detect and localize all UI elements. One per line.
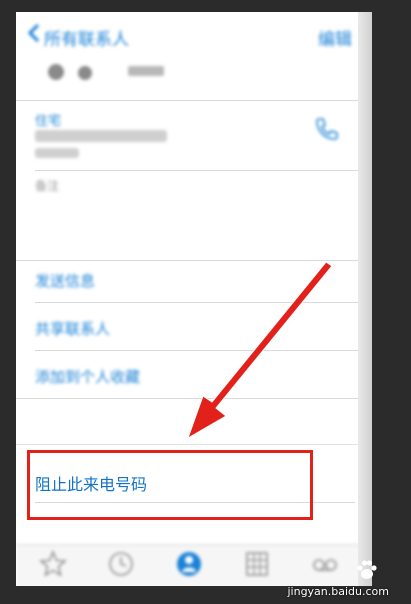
tab-bar	[16, 544, 370, 586]
avatar-secondary	[78, 66, 92, 80]
contacts-icon[interactable]	[174, 549, 204, 579]
star-icon[interactable]	[38, 549, 68, 579]
phone-icon[interactable]	[314, 116, 340, 142]
divider	[35, 170, 370, 171]
divider	[35, 302, 370, 303]
send-message-button[interactable]: 发送信息	[35, 270, 95, 291]
share-contact-button[interactable]: 共享联系人	[35, 318, 110, 339]
voicemail-icon[interactable]	[310, 549, 340, 579]
highlight-box	[27, 450, 313, 520]
keypad-icon[interactable]	[242, 549, 272, 579]
edit-button[interactable]: 编辑	[318, 25, 352, 50]
clock-icon[interactable]	[106, 549, 136, 579]
phone-number-value[interactable]	[35, 130, 167, 142]
side-shadow	[358, 12, 372, 586]
phone-field-label: 住宅	[35, 114, 62, 129]
notes-label: 备注	[35, 179, 60, 193]
phone-number-extra	[35, 148, 79, 158]
avatar	[48, 64, 64, 80]
divider	[16, 100, 370, 101]
chevron-left-icon[interactable]	[28, 24, 40, 42]
watermark-text: jingyan.baidu.com	[287, 585, 389, 598]
divider	[16, 260, 370, 261]
contact-header	[48, 62, 348, 92]
divider	[16, 398, 370, 399]
divider	[16, 444, 370, 445]
divider	[35, 350, 370, 351]
add-favorite-button[interactable]: 添加到个人收藏	[35, 366, 140, 387]
contact-name-text	[128, 66, 164, 76]
screenshot-frame: 所有联系人 编辑 住宅 备注 发送信息 共享联系人 添加到个人收藏 阻止此来电号…	[0, 0, 411, 604]
back-button[interactable]: 所有联系人	[44, 25, 129, 50]
baidu-paw-icon	[357, 560, 377, 579]
navigation-bar: 所有联系人 编辑	[16, 12, 370, 58]
